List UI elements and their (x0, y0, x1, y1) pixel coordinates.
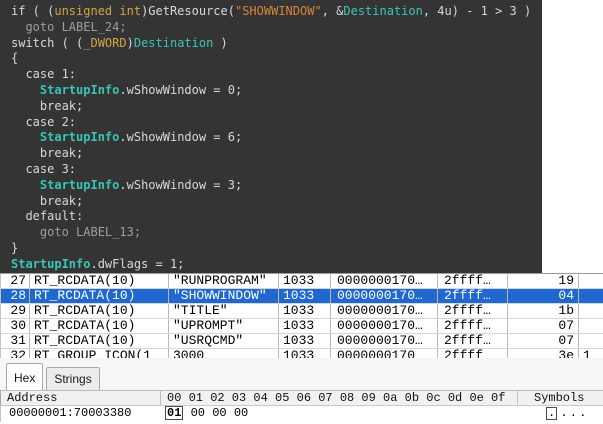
resource-index: 27 (1, 274, 30, 288)
symbol-values: . . . . (518, 406, 603, 422)
hex-data-row[interactable]: 00000001:70003380 01 00 00 00 . . . . (0, 406, 603, 422)
code-line: StartupInfo.wShowWindow = 6; (39, 130, 243, 145)
resource-size: 07 (508, 334, 579, 348)
resource-row-27[interactable]: 27 RT_RCDATA(10) "RUNPROGRAM" 1033 000000017… (0, 274, 603, 289)
resource-table: 27 RT_RCDATA(10) "RUNPROGRAM" 1033 000000017… (0, 273, 603, 358)
resource-address: 0000000170… (331, 334, 438, 348)
code-line: if ( (unsigned int)GetResource("SHOWWIND… (11, 4, 532, 18)
resource-language: 1033 (279, 274, 331, 288)
code-line: case 1: (11, 67, 77, 82)
decompiler-pseudocode-pane[interactable]: if ( (unsigned int)GetResource("SHOWWIND… (0, 0, 542, 273)
resource-extra: 1 (583, 349, 591, 358)
resource-language: 1033 (279, 289, 331, 303)
resource-offset: 2ffff… (438, 304, 508, 318)
resource-name: "SHOWWINDOW" (169, 289, 279, 303)
address-column-header[interactable]: Address (1, 391, 161, 405)
symbol-rest: . . . (558, 406, 587, 420)
resource-name: "UPROMPT" (169, 319, 279, 333)
address-value: 00000001:70003380 (9, 406, 132, 420)
resource-size: 04 (508, 289, 579, 303)
resource-extra (579, 274, 603, 288)
resource-language: 1033 (279, 334, 331, 348)
code-line: case 3: (11, 161, 77, 176)
resource-type: RT_RCDATA(10) (30, 289, 169, 303)
resource-index: 29 (1, 304, 30, 318)
resource-offset: 2ffff (438, 349, 508, 358)
tab-strings[interactable]: Strings (46, 367, 100, 390)
code-line: case 2: (11, 114, 77, 129)
resource-row-28[interactable]: 28 RT_RCDATA(10) "SHOWWINDOW" 1033 000000017… (0, 289, 603, 304)
resource-type: RT_RCDATA(10) (30, 274, 169, 288)
resource-address: 0000000170 (331, 349, 438, 358)
tab-hex[interactable]: Hex (6, 363, 44, 390)
symbols-column-header[interactable]: Symbols (518, 391, 603, 405)
code-line: break; (11, 193, 84, 208)
code-line: StartupInfo.wShowWindow = 0; (39, 82, 243, 97)
resource-index: 28 (1, 289, 30, 303)
resource-extra (579, 334, 603, 348)
hex-tabs: Hex Strings (6, 362, 103, 390)
resource-size: 07 (508, 319, 579, 333)
resource-address: 0000000170… (331, 304, 438, 318)
code-line: StartupInfo.wShowWindow = 3; (39, 177, 243, 192)
resource-index: 32 (1, 349, 30, 358)
code-line: break; (11, 98, 84, 113)
resource-address: 0000000170… (331, 289, 438, 303)
byte-values: 01 00 00 00 (161, 406, 518, 422)
resource-address: 0000000170… (331, 319, 438, 333)
resource-offset: 2ffff… (438, 289, 508, 303)
code-line: } (11, 240, 19, 255)
malware-analysis-workspace: if ( (unsigned int)GetResource("SHOWWIND… (0, 0, 603, 424)
resource-row-31[interactable]: 31 RT_RCDATA(10) "USRQCMD" 1033 0000000170… 2… (0, 334, 603, 349)
resource-extra (579, 319, 603, 333)
resource-language: 1033 (279, 304, 331, 318)
resource-offset: 2ffff… (438, 319, 508, 333)
resource-extra (579, 289, 603, 303)
resource-name: 3000 (169, 349, 279, 358)
resource-size: 3e (508, 349, 579, 358)
selected-byte[interactable]: 01 (165, 406, 184, 420)
resource-row-30[interactable]: 30 RT_RCDATA(10) "UPROMPT" 1033 0000000170… 2… (0, 319, 603, 334)
code-line: { (11, 51, 19, 66)
resource-size: 1b (508, 304, 579, 318)
code-line: goto LABEL_13; (11, 225, 142, 240)
resource-type: RT_GROUP_ICON(1 (30, 349, 169, 358)
code-line: switch ( (_DWORD)Destination ) (11, 35, 228, 50)
selected-symbol[interactable]: . (546, 407, 558, 420)
resource-type: RT_RCDATA(10) (30, 304, 169, 318)
byte-offsets-column-header[interactable]: 00 01 02 03 04 05 06 07 08 09 0a 0b 0c 0… (161, 391, 518, 405)
code-line: StartupInfo.dwFlags = 1; (11, 256, 185, 271)
byte-rest: 00 00 00 (183, 406, 249, 420)
code-line: goto LABEL_24; (11, 19, 127, 34)
resource-address: 0000000170… (331, 274, 438, 288)
code-line: default: (11, 209, 84, 224)
resource-language: 1033 (279, 319, 331, 333)
hex-viewer-pane: Hex Strings Address 00 01 02 03 04 05 06 … (0, 358, 603, 424)
resource-row-29[interactable]: 29 RT_RCDATA(10) "TITLE" 1033 0000000170… 2ff… (0, 304, 603, 319)
code-line: break; (11, 146, 84, 161)
resource-extra (579, 304, 603, 318)
resource-name: "TITLE" (169, 304, 279, 318)
resource-row-32[interactable]: 32 RT_GROUP_ICON(1 3000 1033 0000000170 2ffff… (0, 349, 603, 358)
resource-name: "RUNPROGRAM" (169, 274, 279, 288)
resource-index: 31 (1, 334, 30, 348)
resource-offset: 2ffff… (438, 274, 508, 288)
resource-index: 30 (1, 319, 30, 333)
resource-name: "USRQCMD" (169, 334, 279, 348)
resource-offset: 2ffff… (438, 334, 508, 348)
resource-size: 19 (508, 274, 579, 288)
resource-type: RT_RCDATA(10) (30, 334, 169, 348)
hex-header-row: Address 00 01 02 03 04 05 06 07 08 09 0a… (0, 390, 603, 406)
resource-language: 1033 (279, 349, 331, 358)
resource-type: RT_RCDATA(10) (30, 319, 169, 333)
